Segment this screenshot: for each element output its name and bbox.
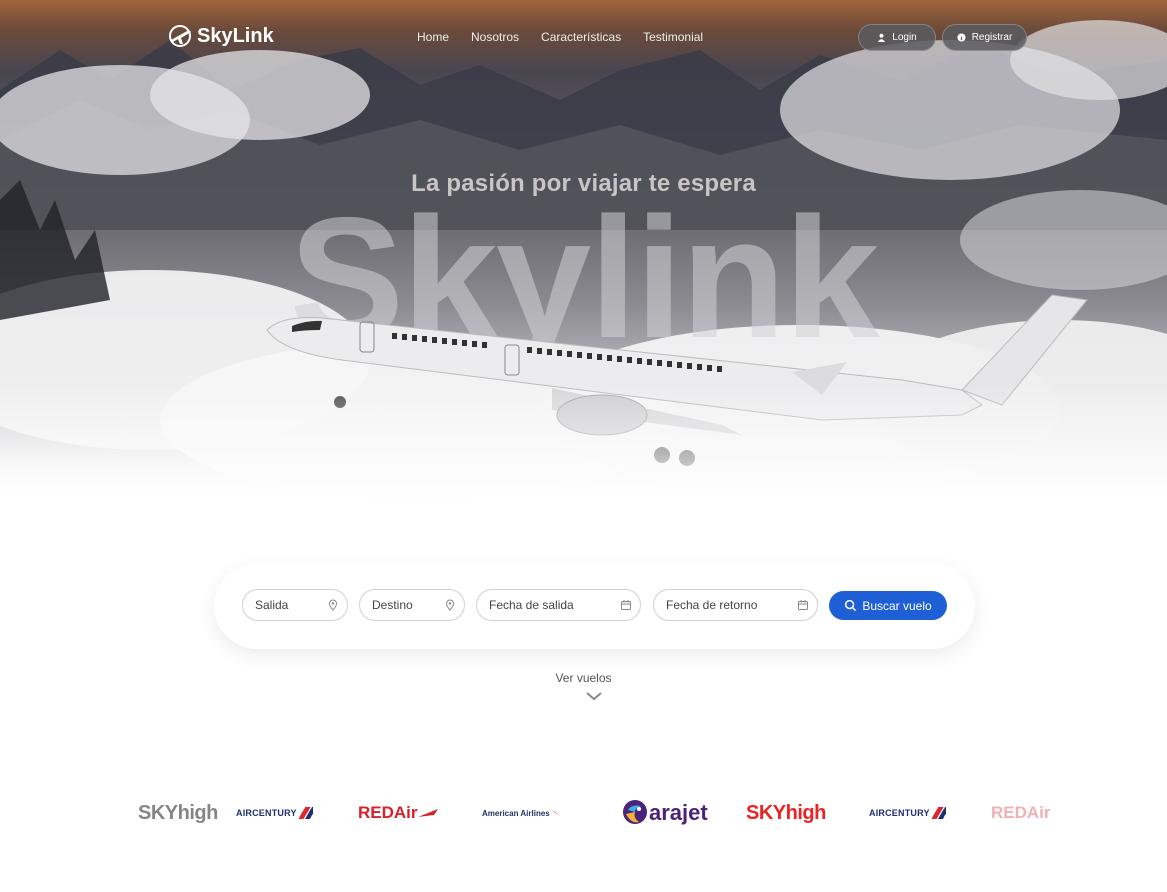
airline-name: arajet bbox=[649, 800, 708, 825]
return-date-placeholder: Fecha de retorno bbox=[666, 598, 758, 612]
brand-logo[interactable]: SkyLink bbox=[167, 24, 274, 48]
airplane-logo-icon bbox=[169, 25, 191, 47]
nav-home[interactable]: Home bbox=[417, 30, 449, 44]
airline-name: REDAir bbox=[991, 803, 1051, 822]
airline-logo-skyhigh: SKYhigh bbox=[138, 790, 218, 836]
airline-name: AIRCENTURY bbox=[236, 808, 297, 818]
hero-fade bbox=[0, 385, 1167, 505]
register-button[interactable]: Registrar bbox=[942, 24, 1027, 51]
airline-logos-carousel: SKYhigh AIRCENTURY REDAir American Airli… bbox=[0, 790, 1167, 840]
location-pin-icon bbox=[328, 599, 338, 611]
aircentury-mark-icon bbox=[931, 807, 946, 819]
airline-name: REDAir bbox=[358, 803, 418, 822]
search-button-label: Buscar vuelo bbox=[862, 598, 932, 613]
login-label: Login bbox=[892, 32, 917, 43]
chevron-down-icon[interactable] bbox=[585, 690, 603, 702]
nav-nosotros[interactable]: Nosotros bbox=[471, 30, 519, 44]
airline-name: SKYhigh bbox=[746, 801, 826, 824]
hero-section: La pasión por viajar te espera Skylink S… bbox=[0, 0, 1167, 505]
search-icon bbox=[845, 599, 857, 612]
airline-logo-american-airlines: American Airlines bbox=[482, 790, 562, 836]
airline-logo-arajet: arajet bbox=[621, 790, 708, 836]
user-icon bbox=[878, 33, 886, 42]
top-navbar: SkyLink Home Nosotros Características Te… bbox=[0, 22, 1167, 52]
login-button[interactable]: Login bbox=[858, 24, 936, 51]
american-eagle-icon bbox=[550, 809, 561, 817]
departure-input[interactable]: Salida bbox=[242, 589, 348, 621]
flight-search-form: Salida Destino Fecha de salida Fecha de … bbox=[214, 563, 975, 649]
airline-logo-aircentury-2: AIRCENTURY bbox=[869, 790, 946, 836]
search-flight-button[interactable]: Buscar vuelo bbox=[829, 591, 947, 620]
location-pin-icon bbox=[445, 599, 455, 611]
brand-name: SkyLink bbox=[197, 24, 274, 47]
destination-input[interactable]: Destino bbox=[359, 589, 465, 621]
register-label: Registrar bbox=[971, 32, 1013, 43]
aircentury-mark-icon bbox=[298, 807, 313, 819]
info-icon bbox=[957, 33, 966, 42]
redair-wing-icon bbox=[417, 809, 438, 817]
main-menu: Home Nosotros Características Testimonia… bbox=[417, 30, 703, 44]
departure-date-input[interactable]: Fecha de salida bbox=[476, 589, 641, 621]
airline-logo-skyhigh-2: SKYhigh bbox=[746, 790, 826, 836]
destination-placeholder: Destino bbox=[372, 598, 413, 612]
departure-date-placeholder: Fecha de salida bbox=[489, 598, 574, 612]
calendar-icon bbox=[621, 600, 631, 610]
return-date-input[interactable]: Fecha de retorno bbox=[653, 589, 818, 621]
nav-caracteristicas[interactable]: Características bbox=[541, 30, 621, 44]
airline-name: SKYhigh bbox=[138, 801, 218, 824]
view-flights-link[interactable]: Ver vuelos bbox=[0, 671, 1167, 685]
airline-logo-redair-2: REDAir bbox=[991, 790, 1051, 836]
airline-name: AIRCENTURY bbox=[869, 808, 930, 818]
nav-testimonial[interactable]: Testimonial bbox=[643, 30, 703, 44]
departure-placeholder: Salida bbox=[255, 598, 289, 612]
airline-logo-aircentury: AIRCENTURY bbox=[236, 790, 313, 836]
calendar-icon bbox=[798, 600, 808, 610]
airline-logo-redair: REDAir bbox=[358, 790, 438, 836]
airline-name: American Airlines bbox=[482, 808, 550, 818]
arajet-bird-icon bbox=[623, 800, 647, 824]
